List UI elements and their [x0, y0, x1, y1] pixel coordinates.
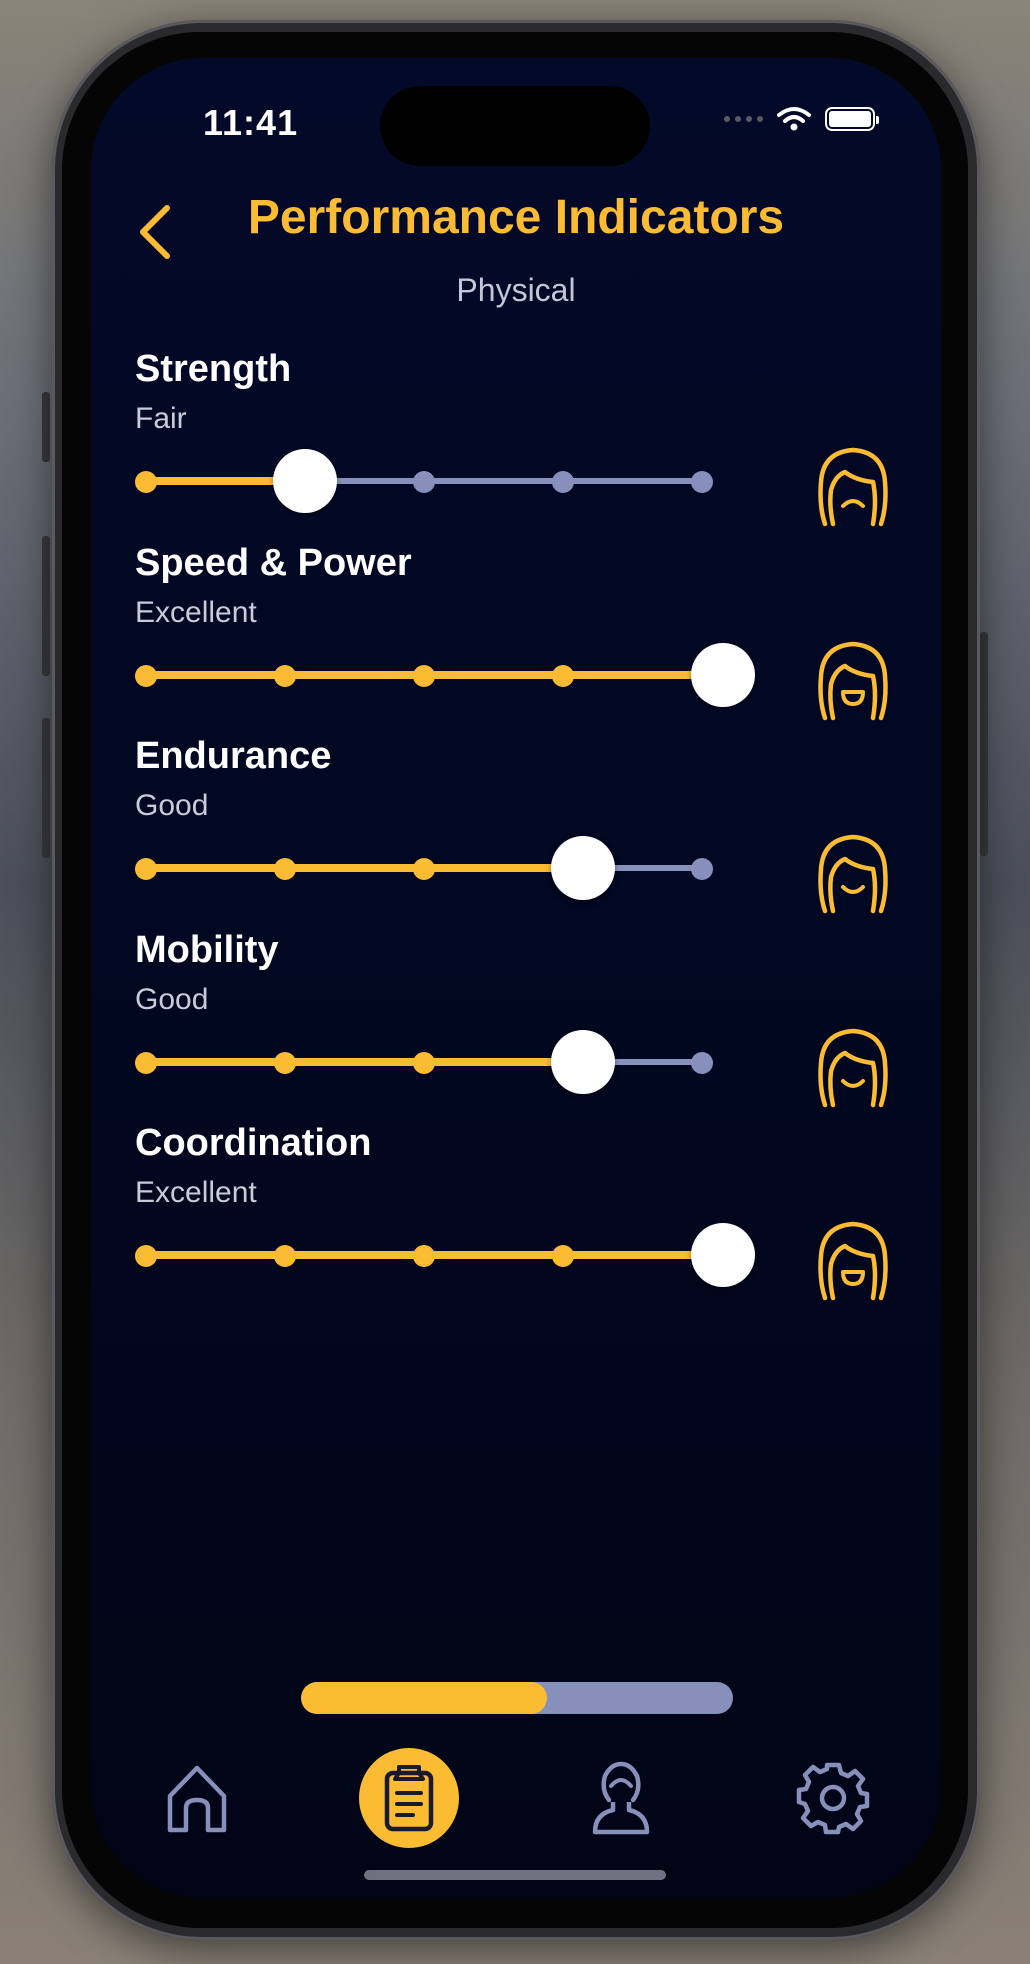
rating-slider[interactable]: [135, 833, 755, 903]
volume-down-button: [42, 718, 50, 858]
indicator-rating: Excellent: [135, 1176, 257, 1209]
frown-face-icon: [815, 446, 891, 530]
person-icon: [592, 1761, 650, 1835]
volume-up-button: [42, 536, 50, 676]
progress-fill: [301, 1682, 548, 1714]
rating-slider[interactable]: [135, 446, 755, 516]
slider-step-dot[interactable]: [135, 858, 157, 880]
slider-step-dot[interactable]: [135, 471, 157, 493]
gear-icon: [796, 1762, 870, 1835]
indicator-name: Mobility: [135, 929, 279, 971]
slider-step-dot[interactable]: [413, 1245, 435, 1267]
tab-settings[interactable]: [783, 1748, 883, 1848]
slider-track-fill: [145, 1058, 583, 1066]
indicator-name: Speed & Power: [135, 542, 412, 584]
slider-thumb[interactable]: [691, 1223, 755, 1287]
indicator-rating: Good: [135, 983, 209, 1016]
wifi-icon: [777, 107, 811, 131]
tab-profile[interactable]: [571, 1748, 671, 1848]
indicator-coordination: Coordination Excellent: [135, 1122, 895, 1312]
tab-bar: [91, 1748, 941, 1868]
indicator-rating: Fair: [135, 402, 187, 435]
cellular-signal-icon: [724, 116, 763, 122]
grin-face-icon: [815, 640, 891, 724]
power-button: [980, 632, 988, 856]
indicator-speed-power: Speed & Power Excellent: [135, 542, 895, 732]
slider-step-dot[interactable]: [135, 665, 157, 687]
page-title: Performance Indicators: [247, 191, 785, 244]
slider-step-dot[interactable]: [274, 665, 296, 687]
rating-slider[interactable]: [135, 1027, 755, 1097]
slider-step-dot[interactable]: [691, 471, 713, 493]
indicator-name: Strength: [135, 348, 292, 390]
slider-step-dot[interactable]: [413, 665, 435, 687]
rating-slider[interactable]: [135, 640, 755, 710]
slider-track-fill: [145, 864, 583, 872]
indicator-endurance: Endurance Good: [135, 735, 895, 925]
indicator-mobility: Mobility Good: [135, 929, 895, 1119]
silent-switch: [42, 392, 50, 462]
slider-step-dot[interactable]: [413, 1052, 435, 1074]
slider-step-dot[interactable]: [552, 471, 574, 493]
indicator-rating: Good: [135, 789, 209, 822]
grin-face-icon: [815, 1220, 891, 1304]
slider-step-dot[interactable]: [691, 858, 713, 880]
page-subtitle: Physical: [456, 272, 576, 308]
slider-step-dot[interactable]: [135, 1052, 157, 1074]
status-time: 11:41: [203, 102, 299, 143]
home-indicator: [364, 1870, 666, 1880]
slider-thumb[interactable]: [273, 449, 337, 513]
app-screen: 11:41 Performance Indicators Physical St…: [91, 58, 941, 1898]
indicator-name: Coordination: [135, 1122, 372, 1164]
smile-face-icon: [815, 1027, 891, 1111]
slider-step-dot[interactable]: [691, 1052, 713, 1074]
indicator-name: Endurance: [135, 735, 332, 777]
indicator-rating: Excellent: [135, 596, 257, 629]
indicator-strength: Strength Fair: [135, 348, 895, 538]
slider-thumb[interactable]: [691, 643, 755, 707]
slider-step-dot[interactable]: [135, 1245, 157, 1267]
rating-slider[interactable]: [135, 1220, 755, 1290]
dynamic-island: [380, 86, 650, 166]
slider-thumb[interactable]: [551, 836, 615, 900]
home-icon: [167, 1765, 227, 1833]
slider-step-dot[interactable]: [274, 1245, 296, 1267]
slider-step-dot[interactable]: [413, 471, 435, 493]
slider-step-dot[interactable]: [274, 858, 296, 880]
battery-icon: [825, 107, 879, 131]
smile-face-icon: [815, 833, 891, 917]
section-progress-bar: [301, 1682, 733, 1714]
slider-step-dot[interactable]: [552, 665, 574, 687]
clipboard-icon: [384, 1765, 434, 1832]
slider-step-dot[interactable]: [274, 1052, 296, 1074]
slider-step-dot[interactable]: [552, 1245, 574, 1267]
slider-step-dot[interactable]: [413, 858, 435, 880]
tab-assessment[interactable]: [359, 1748, 459, 1848]
slider-thumb[interactable]: [551, 1030, 615, 1094]
status-icons: [724, 106, 879, 132]
tab-home[interactable]: [147, 1748, 247, 1848]
